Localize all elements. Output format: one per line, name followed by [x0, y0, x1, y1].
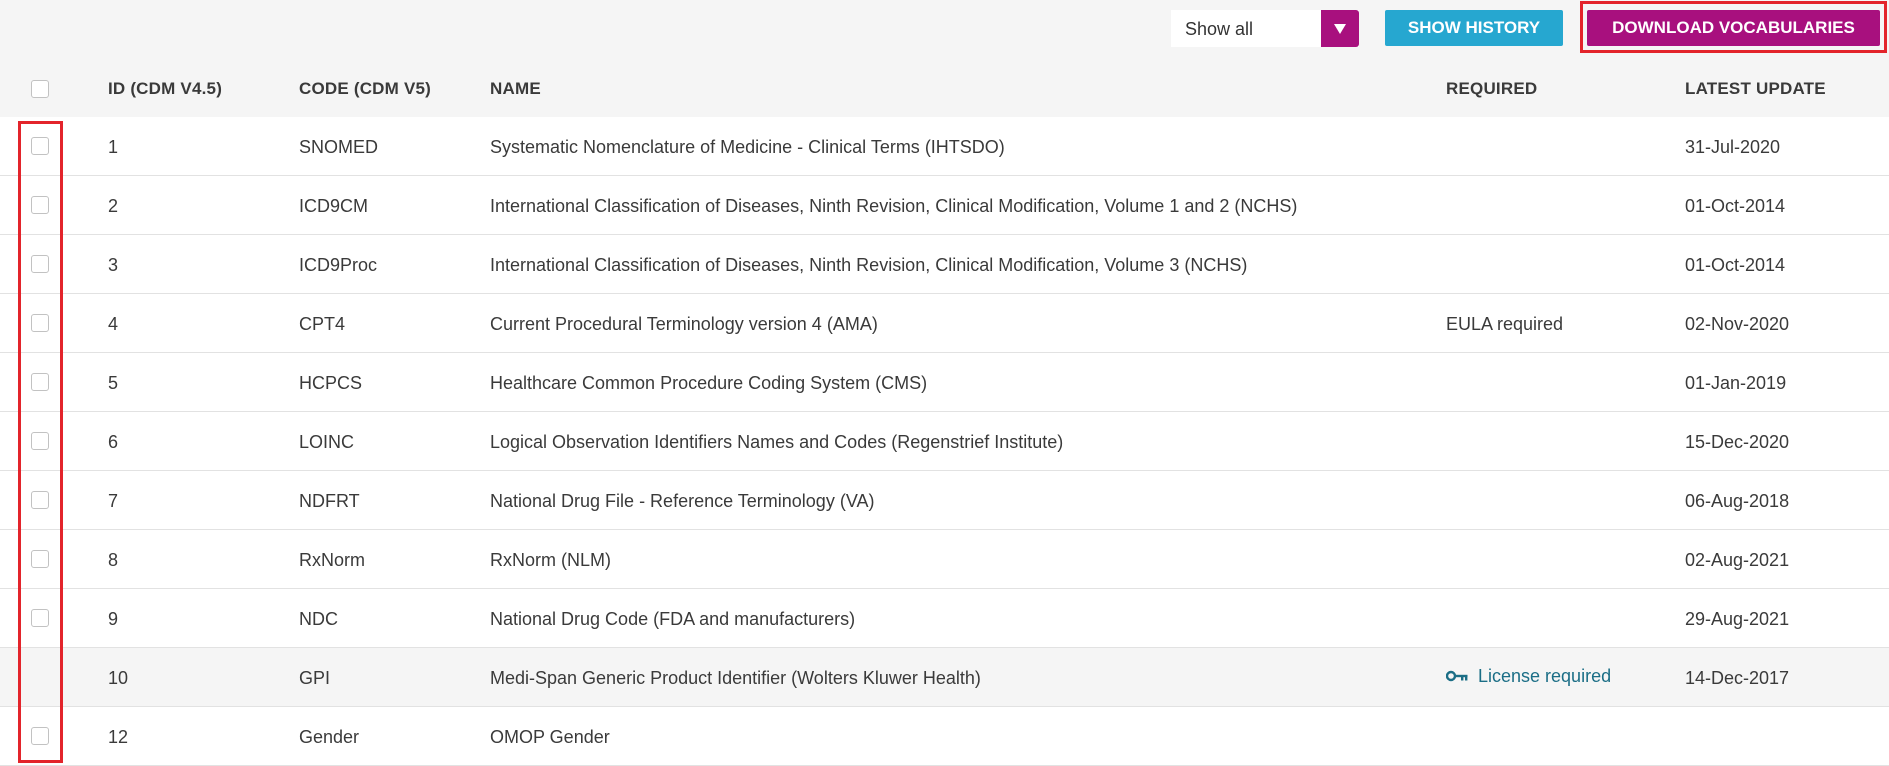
cell-code: Gender — [299, 727, 360, 747]
cell-latest-update: 29-Aug-2021 — [1685, 609, 1790, 629]
cell-code: LOINC — [299, 432, 355, 452]
table-row[interactable]: 10 GPI Medi-Span Generic Product Identif… — [0, 648, 1889, 707]
table-row[interactable]: 12 Gender OMOP Gender — [0, 707, 1889, 766]
download-vocabularies-button[interactable]: DOWNLOAD VOCABULARIES — [1587, 10, 1880, 46]
cell-latest-update: 02-Nov-2020 — [1685, 314, 1790, 334]
cell-latest-update: 15-Dec-2020 — [1685, 432, 1790, 452]
select-all-checkbox[interactable] — [31, 80, 49, 98]
cell-latest-update: 01-Oct-2014 — [1685, 255, 1786, 275]
license-required-link[interactable]: License required — [1445, 666, 1612, 687]
cell-required: EULA required — [1446, 314, 1564, 334]
table-header: ID (CDM V4.5) CODE (CDM V5) NAME REQUIRE… — [0, 60, 1889, 117]
table-row[interactable]: 7 NDFRT National Drug File - Reference T… — [0, 471, 1889, 530]
row-checkbox[interactable] — [31, 491, 49, 509]
cell-name: Logical Observation Identifiers Names an… — [490, 432, 1064, 452]
toolbar: Show all SHOW HISTORY DOWNLOAD VOCABULAR… — [0, 0, 1889, 60]
row-checkbox[interactable] — [31, 137, 49, 155]
column-header-name[interactable]: NAME — [490, 79, 541, 99]
cell-latest-update: 31-Jul-2020 — [1685, 137, 1781, 157]
cell-name: International Classification of Diseases… — [490, 196, 1298, 216]
row-checkbox[interactable] — [31, 196, 49, 214]
cell-name: OMOP Gender — [490, 727, 610, 747]
license-required-label: License required — [1478, 666, 1612, 686]
row-checkbox[interactable] — [31, 373, 49, 391]
cell-code: NDC — [299, 609, 338, 629]
cell-id: 6 — [108, 432, 119, 452]
row-checkbox[interactable] — [31, 314, 49, 332]
cell-code: NDFRT — [299, 491, 360, 511]
row-checkbox[interactable] — [31, 727, 49, 745]
cell-name: International Classification of Diseases… — [490, 255, 1248, 275]
row-checkbox[interactable] — [31, 432, 49, 450]
cell-code: CPT4 — [299, 314, 346, 334]
cell-id: 1 — [108, 137, 119, 157]
cell-id: 2 — [108, 196, 119, 216]
cell-code: GPI — [299, 668, 331, 688]
cell-latest-update: 01-Oct-2014 — [1685, 196, 1786, 216]
cell-name: Current Procedural Terminology version 4… — [490, 314, 878, 334]
cell-name: Medi-Span Generic Product Identifier (Wo… — [490, 668, 981, 688]
cell-id: 8 — [108, 550, 119, 570]
cell-latest-update: 14-Dec-2017 — [1685, 668, 1790, 688]
cell-latest-update: 06-Aug-2018 — [1685, 491, 1790, 511]
cell-latest-update: 02-Aug-2021 — [1685, 550, 1790, 570]
table-row[interactable]: 4 CPT4 Current Procedural Terminology ve… — [0, 294, 1889, 353]
filter-select-value: Show all — [1185, 19, 1254, 39]
row-checkbox[interactable] — [31, 609, 49, 627]
show-history-button[interactable]: SHOW HISTORY — [1385, 10, 1563, 46]
table-row[interactable]: 2 ICD9CM International Classification of… — [0, 176, 1889, 235]
filter-select[interactable]: Show all — [1171, 10, 1359, 47]
column-header-id[interactable]: ID (CDM V4.5) — [108, 79, 222, 99]
row-checkbox[interactable] — [31, 255, 49, 273]
table-row[interactable]: 1 SNOMED Systematic Nomenclature of Medi… — [0, 117, 1889, 176]
cell-id: 12 — [108, 727, 129, 747]
cell-name: RxNorm (NLM) — [490, 550, 611, 570]
cell-code: ICD9CM — [299, 196, 369, 216]
table-row[interactable]: 8 RxNorm RxNorm (NLM) 02-Aug-2021 — [0, 530, 1889, 589]
key-icon — [1445, 666, 1468, 687]
column-header-latest-update[interactable]: LATEST UPDATE — [1685, 79, 1826, 99]
table-row[interactable]: 5 HCPCS Healthcare Common Procedure Codi… — [0, 353, 1889, 412]
cell-id: 9 — [108, 609, 119, 629]
triangle-down-icon[interactable] — [1321, 10, 1359, 47]
cell-code: HCPCS — [299, 373, 363, 393]
cell-name: Systematic Nomenclature of Medicine - Cl… — [490, 137, 1005, 157]
table-row[interactable]: 6 LOINC Logical Observation Identifiers … — [0, 412, 1889, 471]
cell-id: 10 — [108, 668, 129, 688]
cell-id: 4 — [108, 314, 119, 334]
cell-name: Healthcare Common Procedure Coding Syste… — [490, 373, 928, 393]
cell-name: National Drug Code (FDA and manufacturer… — [490, 609, 856, 629]
table-row[interactable]: 9 NDC National Drug Code (FDA and manufa… — [0, 589, 1889, 648]
cell-latest-update: 01-Jan-2019 — [1685, 373, 1787, 393]
cell-id: 5 — [108, 373, 119, 393]
cell-code: RxNorm — [299, 550, 365, 570]
table-row[interactable]: 3 ICD9Proc International Classification … — [0, 235, 1889, 294]
cell-code: SNOMED — [299, 137, 379, 157]
cell-id: 7 — [108, 491, 119, 511]
cell-name: National Drug File - Reference Terminolo… — [490, 491, 875, 511]
row-checkbox[interactable] — [31, 550, 49, 568]
column-header-code[interactable]: CODE (CDM V5) — [299, 79, 431, 99]
column-header-required[interactable]: REQUIRED — [1446, 79, 1537, 99]
cell-id: 3 — [108, 255, 119, 275]
cell-code: ICD9Proc — [299, 255, 378, 275]
